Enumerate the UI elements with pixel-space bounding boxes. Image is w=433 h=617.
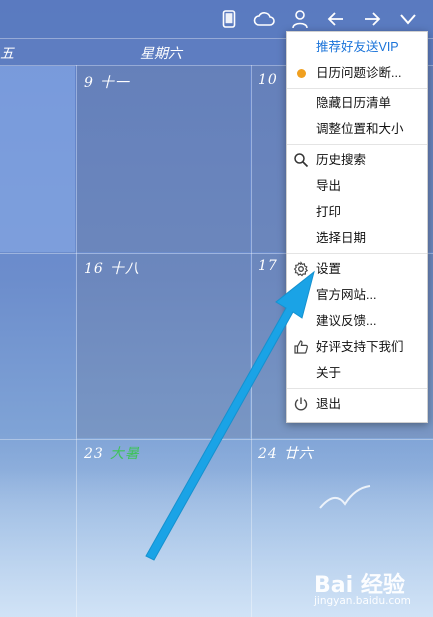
- watermark-url: jingyan.baidu.com: [314, 595, 411, 607]
- baidu-watermark: Bai 经验 jingyan.baidu.com: [314, 567, 429, 611]
- annotation-arrow: [145, 270, 315, 561]
